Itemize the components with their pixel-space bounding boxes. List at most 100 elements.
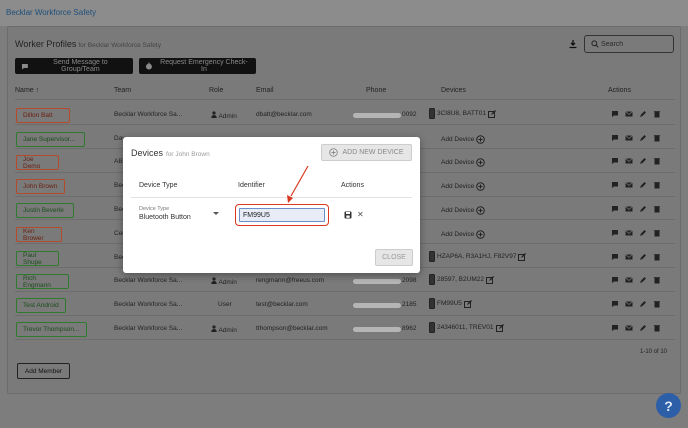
- row-actions: [611, 205, 661, 213]
- edit-box-icon[interactable]: [463, 299, 472, 308]
- table-row: Trevor Thompson... Becklar Workforce Sa..…: [8, 318, 682, 341]
- close-icon[interactable]: ✕: [357, 210, 364, 219]
- pencil-icon[interactable]: [639, 300, 647, 308]
- pencil-icon[interactable]: [639, 134, 647, 142]
- worker-name-button[interactable]: Rich Engmann: [16, 274, 69, 289]
- add-device-link[interactable]: Add Device: [441, 158, 486, 167]
- worker-name-button[interactable]: Joe Demo: [16, 155, 59, 170]
- device-icon: [429, 322, 435, 333]
- worker-name-button[interactable]: Dillon Batt: [16, 108, 70, 123]
- pencil-icon[interactable]: [639, 253, 647, 261]
- mail-icon[interactable]: [625, 253, 633, 261]
- mail-icon[interactable]: [625, 205, 633, 213]
- mail-icon[interactable]: [625, 181, 633, 189]
- chat-icon[interactable]: [611, 157, 619, 165]
- pencil-icon[interactable]: [639, 229, 647, 237]
- pencil-icon[interactable]: [639, 324, 647, 332]
- help-button[interactable]: ?: [656, 393, 681, 418]
- chat-icon[interactable]: [611, 134, 619, 142]
- chat-icon[interactable]: [611, 229, 619, 237]
- phone-redacted: [353, 279, 401, 284]
- search-input[interactable]: [601, 38, 669, 50]
- worker-name-button[interactable]: John Brown: [16, 179, 65, 194]
- col-header-name[interactable]: Name ↑: [15, 87, 39, 94]
- identifier-input[interactable]: [239, 208, 325, 222]
- edit-box-icon[interactable]: [495, 323, 504, 332]
- worker-name-button[interactable]: Trevor Thompson...: [16, 322, 87, 337]
- add-new-device-button[interactable]: ADD NEW DEVICE: [321, 144, 412, 161]
- mail-icon[interactable]: [625, 157, 633, 165]
- mail-icon[interactable]: [625, 110, 633, 118]
- trash-icon[interactable]: [653, 205, 661, 213]
- add-member-button[interactable]: Add Member: [17, 363, 70, 379]
- role-cell: User: [218, 301, 232, 308]
- worker-name-button[interactable]: Paul Shupe: [16, 251, 59, 266]
- col-header-team[interactable]: Team: [114, 87, 131, 94]
- pencil-icon[interactable]: [639, 181, 647, 189]
- add-device-link[interactable]: Add Device: [441, 206, 486, 215]
- send-message-button[interactable]: Send Message to Group/Team: [15, 58, 133, 74]
- pagination-text: 1-10 of 10: [640, 349, 668, 355]
- mail-icon[interactable]: [625, 276, 633, 284]
- trash-icon[interactable]: [653, 110, 661, 118]
- col-header-actions: Actions: [608, 87, 631, 94]
- row-actions: [611, 229, 661, 237]
- pencil-icon[interactable]: [639, 276, 647, 284]
- trash-icon[interactable]: [653, 157, 661, 165]
- trash-icon[interactable]: [653, 300, 661, 308]
- phone-redacted: [353, 303, 401, 308]
- save-icon[interactable]: [344, 211, 352, 219]
- trash-icon[interactable]: [653, 134, 661, 142]
- chat-icon[interactable]: [611, 276, 619, 284]
- col-header-phone[interactable]: Phone: [366, 87, 386, 94]
- trash-icon[interactable]: [653, 229, 661, 237]
- plus-circle-icon: [476, 135, 486, 144]
- chat-icon[interactable]: [611, 300, 619, 308]
- row-actions: [611, 134, 661, 142]
- mail-icon[interactable]: [625, 134, 633, 142]
- device-type-select[interactable]: Bluetooth Button: [139, 214, 191, 221]
- pencil-icon[interactable]: [639, 205, 647, 213]
- devices-cell[interactable]: 3CI8U8, BATT01: [429, 108, 497, 119]
- emergency-checkin-button[interactable]: Request Emergency Check-In: [139, 58, 256, 74]
- modal-subtitle: for John Brown: [166, 151, 210, 158]
- edit-box-icon[interactable]: [488, 109, 497, 118]
- search-box[interactable]: [584, 35, 674, 53]
- edit-box-icon[interactable]: [518, 252, 527, 261]
- trash-icon[interactable]: [653, 253, 661, 261]
- worker-name-button[interactable]: Jane Supervisor...: [16, 132, 85, 147]
- chat-icon[interactable]: [611, 110, 619, 118]
- close-button[interactable]: CLOSE: [375, 249, 413, 266]
- add-device-link[interactable]: Add Device: [441, 230, 486, 239]
- download-icon[interactable]: [568, 39, 578, 49]
- devices-cell[interactable]: HZAP6A, R3A1HJ, F82V97: [429, 251, 527, 262]
- chat-icon[interactable]: [611, 253, 619, 261]
- worker-name-button[interactable]: Justin Beverle: [16, 203, 74, 218]
- phone-cell: 0092: [402, 111, 417, 118]
- trash-icon[interactable]: [653, 276, 661, 284]
- worker-name-button[interactable]: Ken Brower: [16, 227, 62, 242]
- chat-icon[interactable]: [611, 324, 619, 332]
- devices-cell[interactable]: 24346011, TREV01: [429, 322, 504, 333]
- chat-icon[interactable]: [611, 205, 619, 213]
- mail-icon[interactable]: [625, 229, 633, 237]
- app-title[interactable]: Becklar Workforce Safety: [6, 8, 96, 17]
- person-icon: [211, 111, 217, 118]
- phone-cell: 2185: [402, 301, 417, 308]
- add-device-link[interactable]: Add Device: [441, 135, 486, 144]
- trash-icon[interactable]: [653, 181, 661, 189]
- add-device-link[interactable]: Add Device: [441, 182, 486, 191]
- pencil-icon[interactable]: [639, 157, 647, 165]
- trash-icon[interactable]: [653, 324, 661, 332]
- mail-icon[interactable]: [625, 300, 633, 308]
- caret-down-icon[interactable]: [213, 212, 219, 215]
- mail-icon[interactable]: [625, 324, 633, 332]
- edit-box-icon[interactable]: [485, 275, 494, 284]
- devices-cell[interactable]: 28597, B2UM22: [429, 274, 494, 285]
- chat-icon[interactable]: [611, 181, 619, 189]
- col-header-email[interactable]: Email: [256, 87, 274, 94]
- devices-cell[interactable]: FM99U5: [429, 298, 472, 309]
- col-header-role[interactable]: Role: [209, 87, 223, 94]
- worker-name-button[interactable]: Test Android: [16, 298, 66, 313]
- pencil-icon[interactable]: [639, 110, 647, 118]
